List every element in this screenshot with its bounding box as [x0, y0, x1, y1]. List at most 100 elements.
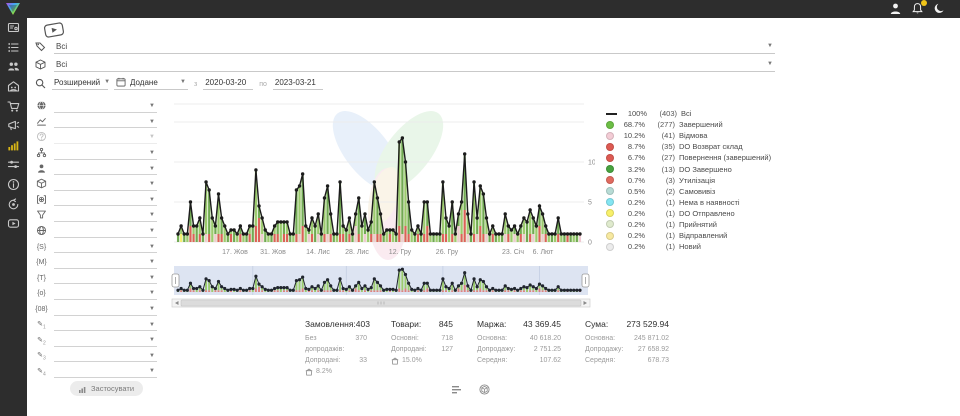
filter-dropdown-field[interactable]: ▼ [54, 350, 157, 362]
filter-row-pencil2[interactable]: ✎2▼ [35, 333, 157, 349]
data-point [301, 172, 304, 175]
data-point [394, 232, 397, 235]
filter-dropdown-field[interactable]: ▼ [54, 116, 157, 128]
sidebar-item-swirl-icon[interactable] [0, 194, 27, 214]
filter-dropdown-field[interactable]: ▼ [54, 101, 157, 113]
date-field-select[interactable]: Додане ▼ [114, 76, 188, 90]
data-point [217, 192, 220, 195]
sidebar-item-megaphone-icon[interactable] [0, 116, 27, 136]
legend-item[interactable]: 6.7%(27)Повернення (завершений) [606, 152, 771, 163]
filter-row-pencil1[interactable]: ✎1▼ [35, 317, 157, 333]
product-filter[interactable]: Всі▼ [35, 57, 775, 72]
data-point [201, 232, 204, 235]
legend-item[interactable]: 0.2%(1)DO Отправлено [606, 208, 771, 219]
legend-item[interactable]: 0.2%(1)Новий [606, 241, 771, 252]
plus-brackets-icon [35, 194, 48, 207]
pencil-icon: ✎3 [35, 351, 48, 361]
filter-row-globe-dark[interactable]: ▼ [35, 99, 157, 115]
chevron-down-icon: ▼ [149, 181, 155, 187]
filter-row-box3d[interactable]: ▼ [35, 177, 157, 193]
legend-count: (1) [649, 198, 675, 207]
legend-item[interactable]: 68.7%(277)Завершений [606, 119, 771, 130]
filter-dropdown-field[interactable]: ▼ [54, 366, 157, 378]
stat-sub-value: 245 871.02 [634, 333, 669, 344]
package-circle-icon[interactable] [479, 384, 490, 395]
filter-row-plus-brackets[interactable]: ▼ [35, 193, 157, 209]
chevron-down-icon: ▼ [149, 368, 155, 374]
video-tutorial-icon[interactable] [43, 21, 65, 38]
legend-item[interactable]: 0.5%(2)Самовивіз [606, 186, 771, 197]
legend-count: (35) [649, 142, 675, 151]
filter-dropdown-field[interactable]: ▼ [54, 319, 157, 331]
legend-label: Завершений [679, 120, 723, 129]
filter-dropdown-field[interactable]: ▼ [54, 335, 157, 347]
bell-icon[interactable] [911, 2, 924, 15]
chevron-down-icon: ▼ [149, 322, 155, 328]
filter-row-08[interactable]: {08}▼ [35, 302, 157, 318]
filter-dropdown-field[interactable]: ▼ [54, 257, 157, 269]
filter-dropdown-field[interactable]: ▼ [54, 304, 157, 316]
filter-row-question[interactable]: ▼ [35, 130, 157, 146]
data-point [239, 224, 242, 227]
filter-dropdown-field[interactable]: ▼ [54, 194, 157, 206]
filter-row-trend[interactable]: ▼ [35, 115, 157, 131]
filter-dropdown-field[interactable]: ▼ [54, 179, 157, 191]
legend-item[interactable]: 10.2%(41)Відмова [606, 130, 771, 141]
sidebar-item-orders-list-icon[interactable] [0, 38, 27, 58]
sidebar-item-video-icon[interactable] [0, 214, 27, 234]
filter-dropdown-field[interactable]: ▼ [54, 241, 157, 253]
filter-dropdown-field[interactable]: ▼ [54, 163, 157, 175]
orders-chart[interactable]: 051017. Жов31. Жов14. Лис28. Лис12. Гру2… [170, 96, 595, 311]
legend-item[interactable]: 8.7%(35)DO Возврат склад [606, 141, 771, 152]
apply-button[interactable]: Застосувати [70, 381, 143, 396]
date-to-input[interactable]: 2023-03-21 [273, 76, 323, 90]
bar-return [355, 226, 357, 242]
filter-row-funnel[interactable]: ▼ [35, 208, 157, 224]
filter-row-o[interactable]: {o}▼ [35, 286, 157, 302]
x-axis-tick: 14. Лис [306, 249, 330, 256]
filter-row-pencil3[interactable]: ✎3 ▼ [35, 349, 157, 365]
list-view-icon[interactable] [451, 384, 462, 395]
sidebar-item-clients-icon[interactable] [0, 57, 27, 77]
sidebar-item-analytics-icon[interactable] [0, 136, 27, 156]
filter-dropdown-field[interactable]: ▼ [54, 288, 157, 300]
legend-item[interactable]: 0.2%(1)Нема в наявності [606, 197, 771, 208]
legend-item[interactable]: 0.7%(3)Утилізація [606, 175, 771, 186]
bar-return [426, 226, 428, 242]
filter-row-S[interactable]: {S}▼ [35, 239, 157, 255]
filter-row-M[interactable]: {M}▼ [35, 255, 157, 271]
sidebar-item-info-icon[interactable] [0, 175, 27, 195]
filter-dropdown-field[interactable]: ▼ [54, 226, 157, 238]
search-mode-select[interactable]: Розширений ▼ [52, 76, 108, 90]
filter-dropdown-field[interactable]: ▼ [54, 272, 157, 284]
sidebar-item-dashboard-card-icon[interactable] [0, 18, 27, 38]
sidebar-item-sliders-icon[interactable] [0, 155, 27, 175]
filter-row-person[interactable]: ▼ [35, 161, 157, 177]
filter-dropdown-field[interactable]: ▼ [54, 132, 157, 144]
legend-item[interactable]: 3.2%(13)DO Завершено [606, 163, 771, 174]
filter-row-globe-wire[interactable]: ▼ [35, 224, 157, 240]
legend-pct: 0.2% [619, 198, 645, 207]
filter-row-hierarchy[interactable]: ▼ [35, 146, 157, 162]
legend-item[interactable]: 100%(403)Всі [606, 108, 771, 119]
user-icon[interactable] [889, 2, 902, 15]
date-from-input[interactable]: 2020-03-20 [203, 76, 253, 90]
filter-dropdown-field[interactable]: ▼ [54, 148, 157, 160]
legend-label: Новий [679, 242, 701, 251]
y-axis-tick: 0 [588, 240, 592, 247]
sidebar-item-cart-icon[interactable] [0, 96, 27, 116]
legend-item[interactable]: 0.2%(1)Прийнятий [606, 219, 771, 230]
data-point [248, 224, 251, 227]
filter-row-T[interactable]: {T}▼ [35, 271, 157, 287]
app-logo-icon[interactable] [5, 1, 21, 17]
legend-item[interactable]: 0.2%(1)Відправлений [606, 230, 771, 241]
calendar-icon [116, 77, 126, 87]
chevron-down-icon: ▼ [149, 228, 155, 234]
bar-return [373, 234, 375, 242]
category-filter[interactable]: Всі▼ [35, 39, 775, 54]
sidebar-item-store-icon[interactable] [0, 77, 27, 97]
moon-icon[interactable] [933, 2, 946, 15]
search-icon[interactable] [35, 78, 46, 89]
filter-dropdown-field[interactable]: ▼ [54, 210, 157, 222]
filter-row-pencil4[interactable]: ✎4▼ [35, 364, 157, 380]
